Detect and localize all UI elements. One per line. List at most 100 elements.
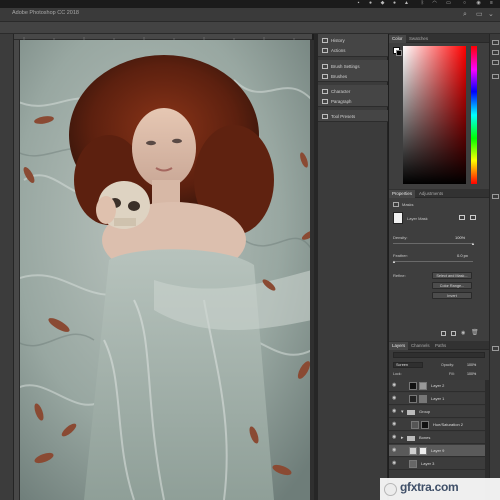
layer-row[interactable]: ◉ Layer 1: [389, 393, 485, 405]
masks-label: Masks: [402, 202, 414, 207]
layer-filter-bar[interactable]: [393, 352, 485, 358]
visibility-icon[interactable]: ◉: [392, 396, 397, 401]
properties-panel-tabs: Properties Adjustments: [389, 189, 489, 198]
density-value[interactable]: 100%: [455, 235, 465, 240]
search-icon[interactable]: ⌕: [463, 10, 467, 20]
layer-mask-thumbnail[interactable]: [393, 212, 403, 224]
panel-toggle-icon[interactable]: [492, 50, 499, 55]
panel-toggle-icon[interactable]: [492, 194, 499, 199]
fill-value[interactable]: 100%: [467, 372, 476, 376]
visibility-icon[interactable]: ◉: [392, 409, 397, 414]
right-panels: Color Swatches Properties Adjustments Ma…: [389, 34, 489, 500]
blend-mode-select[interactable]: Screen: [393, 362, 423, 368]
hue-slider[interactable]: [471, 46, 477, 184]
feather-slider[interactable]: [393, 261, 473, 262]
dock-item-tool-presets[interactable]: Tool Presets: [322, 112, 355, 121]
layer-row-selected[interactable]: ◉ Layer 9: [389, 445, 485, 457]
visibility-icon[interactable]: ◉: [392, 435, 397, 440]
visibility-icon[interactable]: ◉: [392, 448, 397, 453]
layer-row[interactable]: ◉ Layer 3: [389, 458, 485, 470]
chevron-down-icon[interactable]: ▾: [401, 409, 404, 415]
menubar-status-icon[interactable]: ▲: [404, 0, 409, 6]
color-range-button[interactable]: Color Range...: [432, 282, 472, 289]
select-and-mask-button[interactable]: Select and Mask...: [432, 272, 472, 279]
color-picker-field[interactable]: [403, 46, 466, 184]
layer-name: Layer 2: [431, 383, 445, 388]
feather-slider-handle[interactable]: ▲: [392, 259, 396, 264]
tab-swatches[interactable]: Swatches: [406, 35, 431, 43]
collapsed-panel-dock: History Actions Brush Settings Brushes C…: [318, 34, 388, 500]
load-selection-icon[interactable]: [441, 331, 446, 336]
character-icon: [322, 89, 328, 94]
panel-toggle-icon[interactable]: [492, 60, 499, 65]
properties-panel: Masks Layer Mask Density: 100% ▲ Feather…: [389, 198, 489, 341]
notification-center-icon[interactable]: ≡: [489, 0, 494, 6]
tab-adjustments[interactable]: Adjustments: [416, 190, 446, 198]
panel-toggle-icon[interactable]: [492, 40, 499, 45]
layer-mask-thumbnail[interactable]: [419, 447, 427, 455]
chevron-right-icon[interactable]: ▸: [401, 435, 404, 441]
menubar-status-icon[interactable]: ◆: [380, 0, 385, 6]
trash-icon[interactable]: 🗑: [471, 330, 479, 336]
visibility-icon[interactable]: ◉: [461, 331, 465, 336]
layer-row[interactable]: ◉ ▸ Bones: [389, 432, 485, 444]
tab-paths[interactable]: Paths: [432, 342, 449, 350]
watermark-logo-icon: [384, 483, 397, 496]
density-slider-handle[interactable]: ▲: [471, 241, 475, 246]
invert-button[interactable]: Invert: [432, 292, 472, 299]
dock-item-brushes[interactable]: Brushes: [322, 72, 347, 81]
dock-item-label: Paragraph: [331, 99, 352, 104]
window-titlebar: Adobe Photoshop CC 2018 ⌕ ▭ ⌄: [0, 8, 500, 22]
menubar-status-icon[interactable]: ●: [368, 0, 373, 6]
layer-thumbnail: [409, 460, 417, 468]
layer-row[interactable]: ◉ Hue/Saturation 2: [389, 419, 485, 431]
paragraph-icon: [322, 99, 328, 104]
dock-item-paragraph[interactable]: Paragraph: [322, 97, 352, 106]
dock-group: History Actions: [318, 34, 388, 57]
spotlight-icon[interactable]: ○: [462, 0, 467, 6]
visibility-icon[interactable]: ◉: [392, 461, 397, 466]
layer-mask-thumbnail[interactable]: [419, 382, 427, 390]
layer-mask-thumbnail[interactable]: [419, 395, 427, 403]
siri-icon[interactable]: ◉: [476, 0, 481, 6]
layer-name: Layer 3: [421, 461, 435, 466]
workspace-icon[interactable]: ▭: [476, 10, 483, 20]
layer-thumbnail: [409, 447, 417, 455]
dock-item-actions[interactable]: Actions: [322, 46, 345, 55]
tools-panel: [0, 34, 14, 500]
battery-icon[interactable]: ▭: [446, 0, 451, 6]
dock-item-brush-settings[interactable]: Brush Settings: [322, 62, 360, 71]
dock-item-character[interactable]: Character: [322, 87, 350, 96]
bluetooth-icon[interactable]: ᛒ: [420, 0, 425, 6]
pixel-mask-icon[interactable]: [459, 215, 465, 220]
feather-value[interactable]: 0.0 px: [457, 253, 468, 258]
dock-group: Tool Presets: [318, 110, 388, 122]
layer-name: Hue/Saturation 2: [433, 422, 464, 427]
document-canvas[interactable]: [14, 40, 312, 500]
vector-mask-icon[interactable]: [470, 215, 476, 220]
layer-thumbnail: [409, 382, 417, 390]
tab-channels[interactable]: Channels: [408, 342, 433, 350]
apply-mask-icon[interactable]: [451, 331, 456, 336]
tab-color[interactable]: Color: [389, 35, 406, 43]
dock-item-history[interactable]: History: [322, 36, 345, 45]
panel-toggle-icon[interactable]: [492, 74, 499, 79]
lock-label: Lock:: [393, 372, 402, 376]
layer-row[interactable]: ◉ Layer 2: [389, 380, 485, 392]
tab-properties[interactable]: Properties: [389, 190, 416, 198]
chevron-down-icon[interactable]: ⌄: [488, 10, 494, 20]
wifi-icon[interactable]: ◠: [432, 0, 437, 6]
menubar-status-icon[interactable]: ▪: [356, 0, 361, 6]
visibility-icon[interactable]: ◉: [392, 422, 397, 427]
opacity-value[interactable]: 100%: [467, 363, 476, 367]
background-swatch[interactable]: [396, 50, 402, 56]
layer-mask-thumbnail[interactable]: [421, 421, 429, 429]
density-slider[interactable]: [393, 243, 473, 244]
watermark: gfxtra.com: [380, 478, 500, 500]
tab-layers[interactable]: Layers: [389, 342, 409, 350]
panel-toggle-icon[interactable]: [492, 346, 499, 351]
layer-row[interactable]: ◉ ▾ Group: [389, 406, 485, 418]
visibility-icon[interactable]: ◉: [392, 383, 397, 388]
dock-item-label: Tool Presets: [331, 114, 356, 119]
menubar-status-icon[interactable]: ●: [392, 0, 397, 6]
